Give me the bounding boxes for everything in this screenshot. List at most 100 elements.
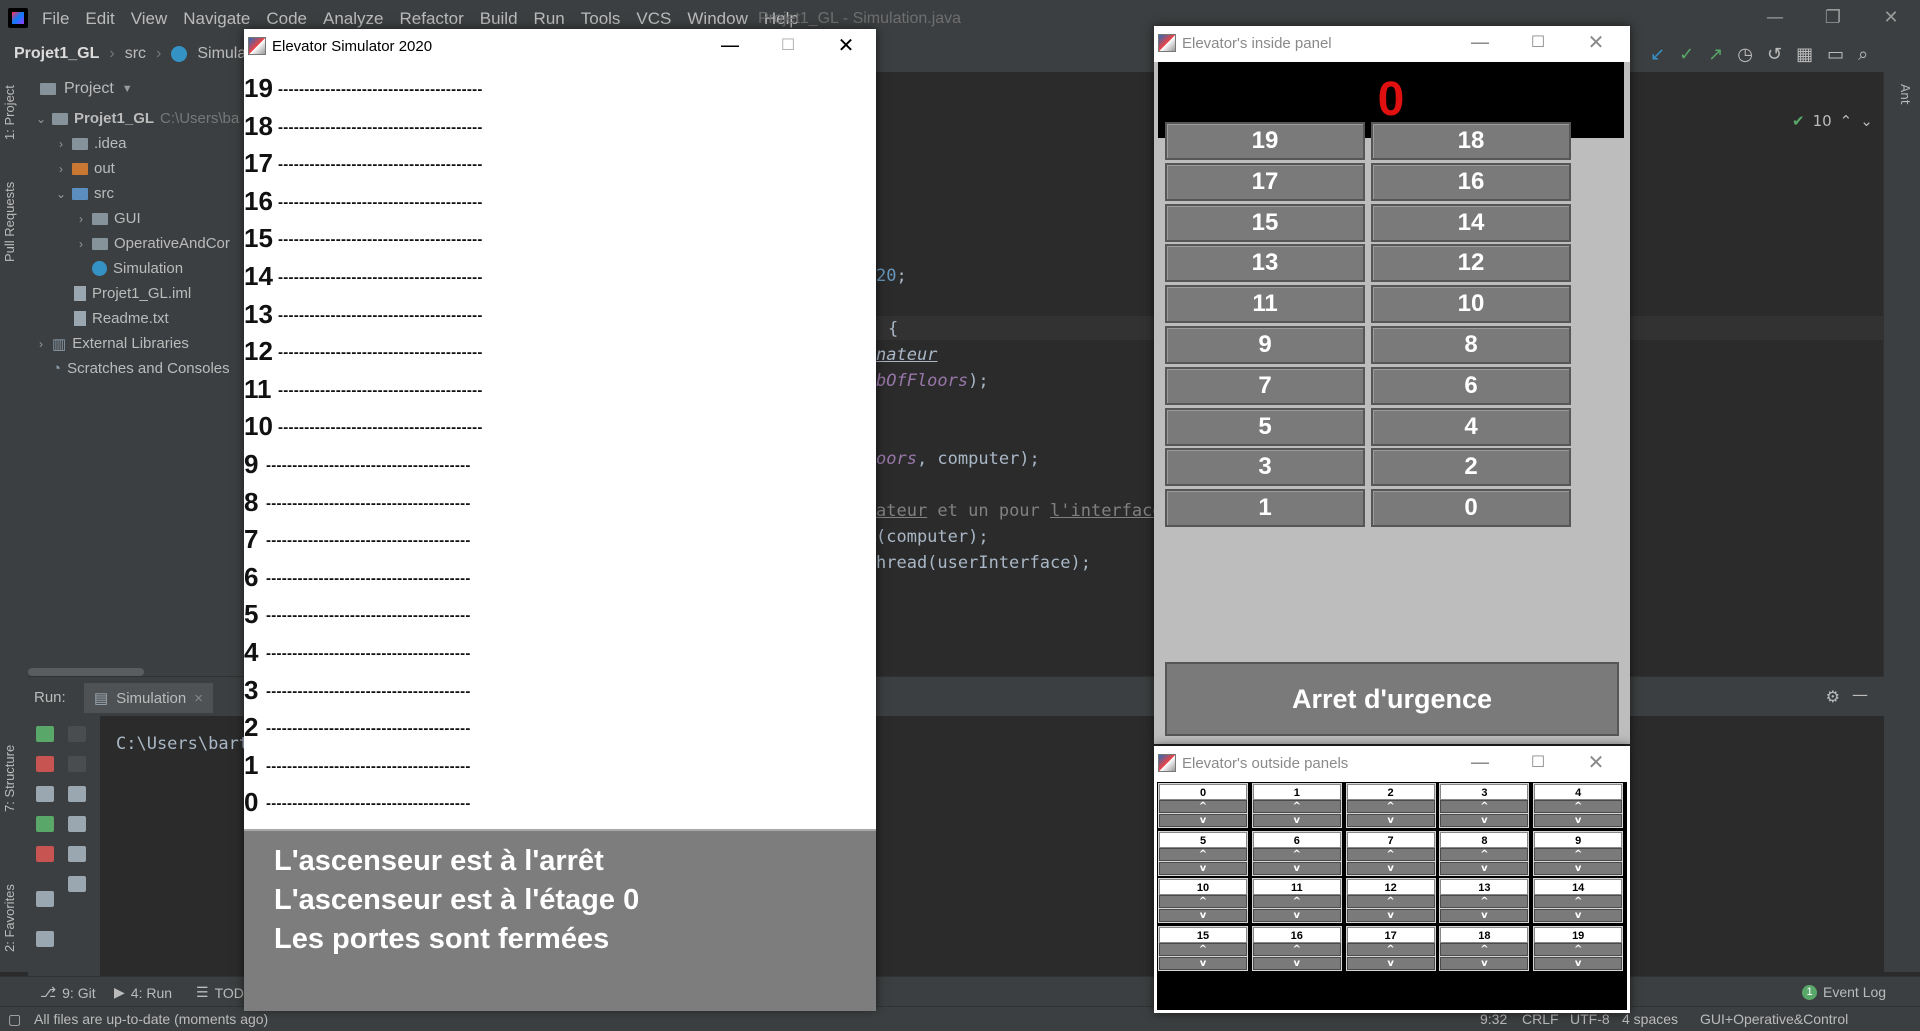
menu-build[interactable]: Build bbox=[480, 9, 518, 29]
call-up-button[interactable]: ^ bbox=[1346, 895, 1435, 908]
call-up-button[interactable]: ^ bbox=[1440, 895, 1529, 908]
menu-navigate[interactable]: Navigate bbox=[183, 9, 250, 29]
trash-icon[interactable] bbox=[68, 876, 86, 892]
breadcrumb-src[interactable]: src bbox=[125, 45, 146, 63]
exit-icon[interactable] bbox=[36, 846, 54, 862]
rollback-icon[interactable]: ↺ bbox=[1767, 44, 1782, 65]
call-down-button[interactable]: v bbox=[1440, 909, 1529, 922]
print-icon[interactable] bbox=[68, 846, 86, 862]
scroll-to-end-icon[interactable] bbox=[68, 816, 86, 832]
floor-button[interactable]: 3 bbox=[1165, 448, 1365, 487]
floor-button[interactable]: 19 bbox=[1165, 122, 1365, 160]
call-up-button[interactable]: ^ bbox=[1346, 942, 1435, 956]
call-up-button[interactable]: ^ bbox=[1534, 895, 1623, 908]
call-down-button[interactable]: v bbox=[1346, 909, 1435, 922]
call-up-button[interactable]: ^ bbox=[1252, 847, 1341, 861]
call-down-button[interactable]: v bbox=[1440, 814, 1529, 827]
vcs-push-icon[interactable]: ↗ bbox=[1708, 44, 1723, 65]
tab-pull-requests[interactable]: Pull Requests bbox=[2, 182, 17, 262]
call-up-button[interactable]: ^ bbox=[1159, 895, 1247, 908]
tree-item-gui[interactable]: › GUI bbox=[28, 206, 244, 231]
tree-item-out[interactable]: › out bbox=[28, 156, 244, 181]
call-up-button[interactable]: ^ bbox=[1440, 847, 1529, 861]
project-panel-scrollbar[interactable] bbox=[28, 668, 144, 676]
call-up-button[interactable]: ^ bbox=[1440, 942, 1529, 956]
inspection-widget[interactable]: ✔ 10 ⌃ ⌄ bbox=[1792, 112, 1873, 130]
close-icon[interactable]: ✕ bbox=[1584, 30, 1608, 54]
chevron-up-icon[interactable]: ⌃ bbox=[1840, 112, 1853, 130]
menu-view[interactable]: View bbox=[131, 9, 168, 29]
expand-arrow-icon[interactable]: ⌄ bbox=[34, 112, 48, 126]
event-log[interactable]: 1 Event Log bbox=[1802, 984, 1886, 1000]
menu-analyze[interactable]: Analyze bbox=[323, 9, 383, 29]
floor-button[interactable]: 8 bbox=[1371, 326, 1571, 364]
tab-favorites[interactable]: 2: Favorites bbox=[2, 884, 17, 952]
call-up-button[interactable]: ^ bbox=[1159, 847, 1247, 861]
minimize-icon[interactable]: — bbox=[718, 33, 742, 57]
tree-item-src[interactable]: ⌄ src bbox=[28, 181, 244, 206]
floor-button[interactable]: 13 bbox=[1165, 244, 1365, 283]
expand-arrow-icon[interactable]: ⌄ bbox=[54, 187, 68, 201]
down-arrow-icon[interactable] bbox=[68, 756, 86, 772]
project-panel-title[interactable]: Project bbox=[64, 80, 114, 98]
tree-item-iml[interactable]: Projet1_GL.iml bbox=[28, 281, 244, 306]
call-down-button[interactable]: v bbox=[1252, 814, 1341, 827]
floor-button[interactable]: 18 bbox=[1371, 122, 1571, 160]
floor-button[interactable]: 10 bbox=[1371, 285, 1571, 324]
vcs-commit-icon[interactable]: ✓ bbox=[1679, 44, 1694, 65]
camera-icon[interactable] bbox=[36, 786, 54, 802]
close-icon[interactable]: ✕ bbox=[1584, 750, 1608, 774]
floor-button[interactable]: 6 bbox=[1371, 366, 1571, 405]
hide-icon[interactable]: — bbox=[1852, 685, 1868, 704]
project-structure-icon[interactable]: ▦ bbox=[1796, 44, 1813, 65]
floor-button[interactable]: 7 bbox=[1165, 366, 1365, 405]
call-down-button[interactable]: v bbox=[1534, 814, 1623, 827]
call-down-button[interactable]: v bbox=[1346, 956, 1435, 970]
menu-run[interactable]: Run bbox=[534, 9, 565, 29]
call-down-button[interactable]: v bbox=[1159, 956, 1247, 970]
up-arrow-icon[interactable] bbox=[68, 726, 86, 742]
call-down-button[interactable]: v bbox=[1159, 814, 1247, 827]
call-up-button[interactable]: ^ bbox=[1159, 800, 1247, 813]
layout-icon[interactable] bbox=[36, 891, 54, 907]
tab-git[interactable]: ⎇ 9: Git bbox=[40, 984, 96, 1001]
close-icon[interactable]: ✕ bbox=[834, 33, 858, 57]
call-up-button[interactable]: ^ bbox=[1440, 800, 1529, 813]
tab-run[interactable]: ▶ 4: Run bbox=[114, 984, 172, 1001]
breadcrumb-project[interactable]: Projet1_GL bbox=[14, 45, 99, 63]
floor-button[interactable]: 2 bbox=[1371, 448, 1571, 487]
line-separator[interactable]: CRLF bbox=[1522, 1011, 1559, 1027]
floor-button[interactable]: 11 bbox=[1165, 285, 1365, 324]
call-down-button[interactable]: v bbox=[1346, 814, 1435, 827]
floor-button[interactable]: 17 bbox=[1165, 162, 1365, 201]
emergency-stop-button[interactable]: Arret d'urgence bbox=[1165, 662, 1619, 736]
chevron-down-icon[interactable]: ▼ bbox=[122, 83, 133, 95]
tab-ant[interactable]: Ant bbox=[1898, 84, 1912, 105]
floor-button[interactable]: 16 bbox=[1371, 162, 1571, 201]
expand-arrow-icon[interactable]: › bbox=[54, 137, 68, 151]
expand-arrow-icon[interactable]: › bbox=[54, 162, 68, 176]
tab-structure[interactable]: 7: Structure bbox=[2, 745, 17, 812]
tab-project[interactable]: 1: Project bbox=[2, 85, 17, 140]
call-up-button[interactable]: ^ bbox=[1252, 942, 1341, 956]
history-icon[interactable]: ◷ bbox=[1737, 44, 1753, 65]
tree-item-readme[interactable]: Readme.txt bbox=[28, 306, 244, 331]
call-down-button[interactable]: v bbox=[1534, 861, 1623, 875]
floor-button[interactable]: 1 bbox=[1165, 489, 1365, 528]
call-up-button[interactable]: ^ bbox=[1159, 942, 1247, 956]
menu-edit[interactable]: Edit bbox=[85, 9, 114, 29]
expand-arrow-icon[interactable]: › bbox=[74, 212, 88, 226]
minimize-icon[interactable]: — bbox=[1765, 7, 1785, 28]
call-up-button[interactable]: ^ bbox=[1534, 800, 1623, 813]
close-icon[interactable]: ✕ bbox=[1881, 7, 1901, 28]
menu-tools[interactable]: Tools bbox=[581, 9, 621, 29]
call-down-button[interactable]: v bbox=[1252, 861, 1341, 875]
call-down-button[interactable]: v bbox=[1159, 861, 1247, 875]
indent-setting[interactable]: 4 spaces bbox=[1622, 1011, 1678, 1027]
tree-item-operative[interactable]: › OperativeAndCor bbox=[28, 231, 244, 256]
floor-button[interactable]: 5 bbox=[1165, 407, 1365, 446]
expand-arrow-icon[interactable]: › bbox=[74, 237, 88, 251]
rerun-icon[interactable] bbox=[36, 726, 54, 742]
minimize-icon[interactable]: — bbox=[1468, 30, 1492, 54]
tree-item-project[interactable]: ⌄ Projet1_GL C:\Users\ba bbox=[28, 106, 244, 131]
